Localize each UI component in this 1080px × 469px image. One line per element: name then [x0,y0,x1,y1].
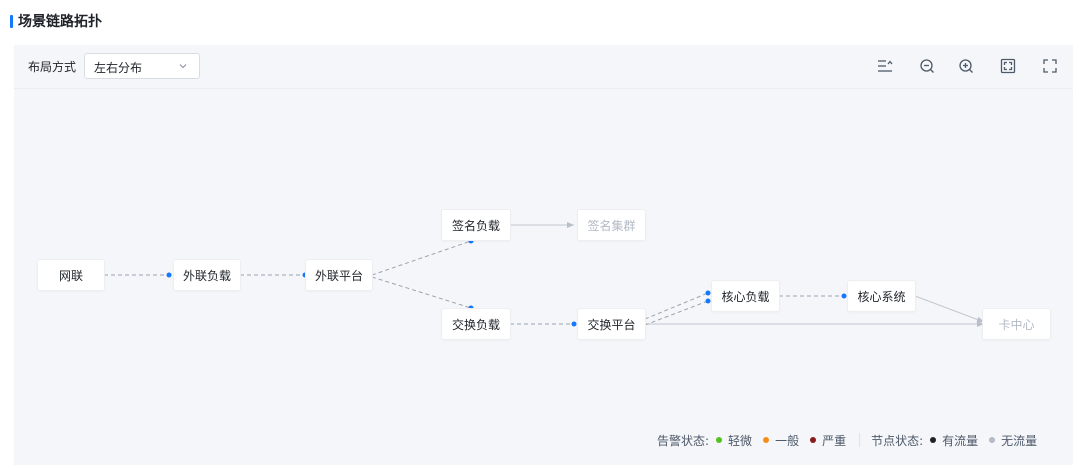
chevron-down-icon [179,64,187,69]
legend-node-traffic: 有流量 [930,432,978,449]
topology-canvas[interactable]: 网联 外联负载 外联平台 签名负载 签名集群 交换负载 交换平台 核心负载 核心… [14,89,1073,465]
legend-alarm-normal-label: 一般 [775,433,800,448]
legend-dot [810,437,817,443]
fullscreen-icon[interactable] [1041,57,1059,75]
edge-hexin-xitong-to-ka-zhongxin [914,295,985,323]
edge-endpoint-dot [841,293,847,299]
node-wanglian[interactable]: 网联 [38,260,104,290]
legend-divider [859,433,861,447]
section-header: 场景链路拓扑 [10,11,102,31]
edge-endpoint-dot [571,321,577,327]
topology-panel: 布局方式 左右分布 网联 外联负载 外联平台 签名负载 签名集群 交换负载 交换… [14,45,1073,465]
legend-alarm-severe: 严重 [810,432,846,449]
edge-wailian-pingtai-to-jiaohuan-fuzai [371,276,472,309]
zoom-in-icon[interactable] [957,57,975,75]
node-qianming-jiqun[interactable]: 签名集群 [578,210,645,240]
legend-alarm-severe-label: 严重 [822,433,847,448]
status-legend: 告警状态: 轻微 一般 严重 节点状态: 有流量 无流量 [657,432,1037,448]
node-jiaohuan-pingtai[interactable]: 交换平台 [578,309,645,339]
legend-node-no-traffic-label: 无流量 [1001,433,1038,448]
legend-alarm-normal: 一般 [763,432,799,449]
alarm-status-label: 告警状态: [657,433,710,448]
node-qianming-fuzai[interactable]: 签名负载 [442,210,510,240]
node-jiaohuan-fuzai[interactable]: 交换负载 [442,309,510,339]
node-hexin-xitong[interactable]: 核心系统 [848,281,915,311]
layout-mode-select[interactable]: 左右分布 [84,53,200,79]
edge-jiaohuan-pingtai-to-hexin-fuzai-a [644,292,709,320]
node-wailian-fuzai[interactable]: 外联负载 [174,260,240,290]
edge-endpoint-dot [705,298,711,304]
edge-endpoint-dot [705,290,711,296]
title-accent-bar [10,14,13,28]
node-ka-zhongxin[interactable]: 卡中心 [983,309,1050,339]
legend-node-traffic-label: 有流量 [942,433,979,448]
node-wailian-pingtai[interactable]: 外联平台 [306,260,372,290]
legend-dot [930,437,937,443]
node-status-label: 节点状态: [871,433,924,448]
edge-endpoint-dot [166,272,172,278]
topology-edges [104,222,985,327]
legend-alarm-minor: 轻微 [716,432,752,449]
legend-dot [716,437,723,443]
zoom-out-icon[interactable] [918,57,936,75]
edge-wailian-pingtai-to-qianming-fuzai [371,240,472,276]
layout-mode-label: 布局方式 [28,60,77,74]
edge-jiaohuan-pingtai-to-hexin-fuzai-b [644,300,709,326]
section-title: 场景链路拓扑 [18,14,102,30]
fit-view-icon[interactable] [999,57,1017,75]
legend-node-no-traffic: 无流量 [989,432,1037,449]
node-hexin-fuzai[interactable]: 核心负载 [712,281,779,311]
layout-mode-value: 左右分布 [94,61,143,75]
legend-alarm-minor-label: 轻微 [728,433,753,448]
legend-dot [989,437,996,443]
collapse-list-icon[interactable] [876,57,894,75]
topology-toolbar: 布局方式 左右分布 [14,45,1073,89]
legend-dot [763,437,770,443]
